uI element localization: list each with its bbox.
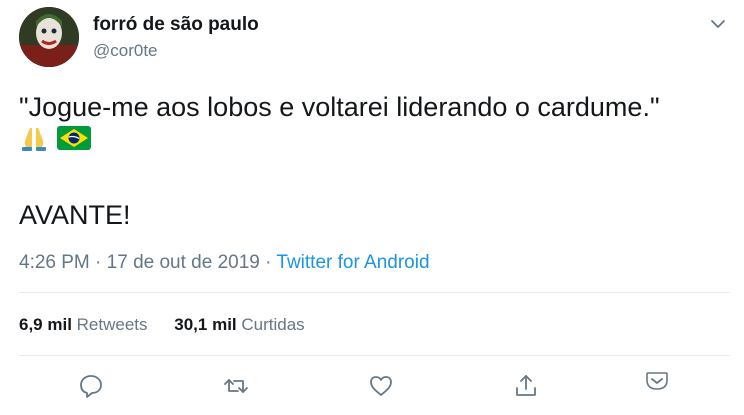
meta-separator: · xyxy=(95,252,102,273)
divider xyxy=(19,355,730,356)
avatar[interactable] xyxy=(19,7,79,67)
likes-stat[interactable]: 30,1 mil Curtidas xyxy=(174,315,304,335)
reply-icon[interactable] xyxy=(77,372,105,400)
action-bar xyxy=(0,368,744,404)
retweet-icon[interactable] xyxy=(222,372,250,400)
retweets-count: 6,9 mil xyxy=(19,315,72,334)
tweet-emojis xyxy=(19,125,95,151)
avatar-image xyxy=(19,7,79,67)
save-pocket-icon[interactable] xyxy=(643,368,671,396)
share-icon[interactable] xyxy=(512,372,540,400)
meta-separator: · xyxy=(265,252,272,273)
display-name[interactable]: forró de são paulo xyxy=(93,14,259,36)
brazil-flag-icon xyxy=(57,126,92,155)
tweet-meta: 4:26 PM · 17 de out de 2019 · Twitter fo… xyxy=(19,252,430,274)
tweet-card: forró de são paulo @cor0te "Jogue-me aos… xyxy=(0,0,744,415)
likes-label: Curtidas xyxy=(241,315,305,334)
tweet-stats: 6,9 mil Retweets 30,1 mil Curtidas xyxy=(19,315,327,335)
tweet-text: "Jogue-me aos lobos e voltarei liderando… xyxy=(19,92,660,122)
divider xyxy=(19,292,730,293)
tweet-time[interactable]: 4:26 PM xyxy=(19,252,90,273)
retweets-stat[interactable]: 6,9 mil Retweets xyxy=(19,315,148,335)
tweet-date[interactable]: 17 de out de 2019 xyxy=(107,252,260,273)
chevron-down-icon[interactable] xyxy=(708,16,728,32)
like-heart-icon[interactable] xyxy=(367,372,395,400)
tweet-text-avante: AVANTE! xyxy=(19,200,131,230)
tweet-source-link[interactable]: Twitter for Android xyxy=(276,252,429,273)
folded-hands-icon xyxy=(19,125,49,156)
likes-count: 30,1 mil xyxy=(174,315,237,334)
retweets-label: Retweets xyxy=(76,315,148,334)
user-handle[interactable]: @cor0te xyxy=(93,41,158,61)
